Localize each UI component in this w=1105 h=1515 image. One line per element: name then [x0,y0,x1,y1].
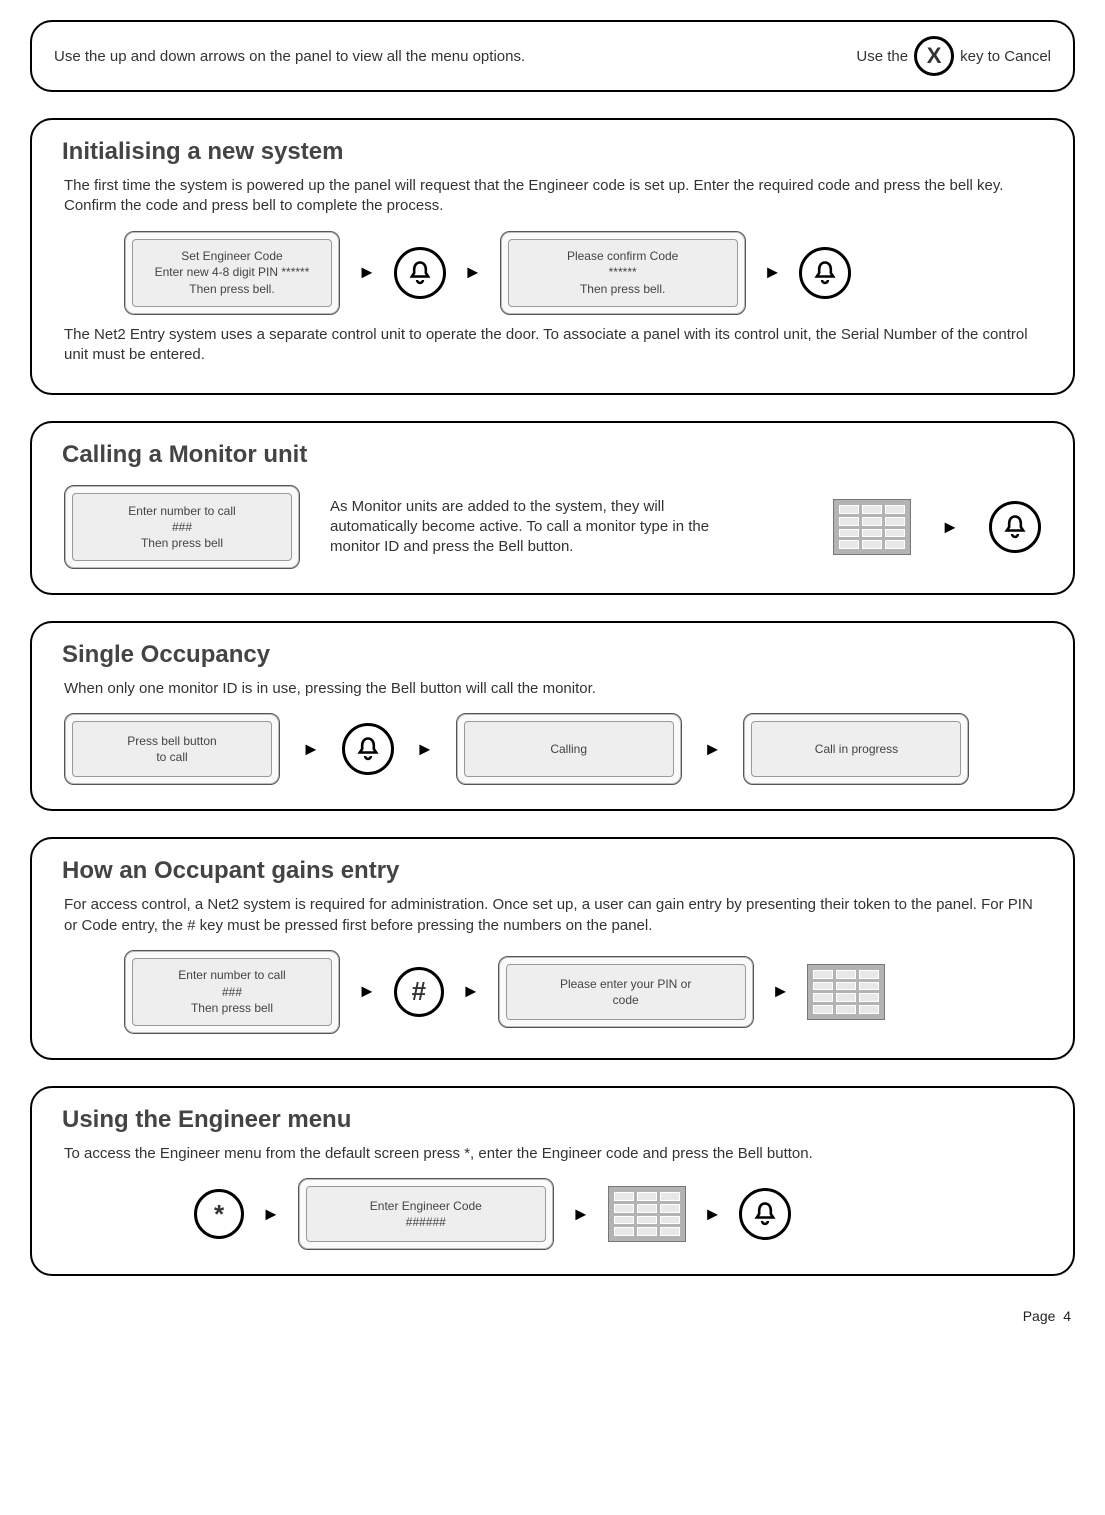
arrow-icon: ► [764,262,782,283]
heading-engineer-menu: Using the Engineer menu [62,1106,1051,1134]
top-hint-row: Use the up and down arrows on the panel … [54,36,1051,76]
arrow-icon: ► [302,739,320,760]
lcd-line: Enter number to call [143,967,321,983]
arrow-icon: ► [572,1204,590,1225]
lcd-enter-pin: Please enter your PIN or code [498,956,754,1028]
top-hint-right: Use the X key to Cancel [856,36,1051,76]
lcd-line: Call in progress [762,741,950,757]
top-hint-panel: Use the up and down arrows on the panel … [30,20,1075,92]
page-label: Page [1023,1308,1056,1324]
lcd-line: ### [83,519,281,535]
entry-paragraph: For access control, a Net2 system is req… [64,895,1041,936]
heading-single-occupancy: Single Occupancy [62,641,1051,669]
keypad-icon [608,1186,686,1242]
heading-initialising: Initialising a new system [62,138,1051,166]
lcd-line: Enter new 4-8 digit PIN ****** [143,264,321,280]
top-hint-left: Use the up and down arrows on the panel … [54,48,525,65]
init-flow: Set Engineer Code Enter new 4-8 digit PI… [124,231,1041,315]
keypad-icon [807,964,885,1020]
lcd-line: ### [143,984,321,1000]
arrow-icon: ► [358,262,376,283]
lcd-set-engineer-code: Set Engineer Code Enter new 4-8 digit PI… [124,231,340,315]
star-key-icon: * [194,1189,244,1239]
lcd-engineer-code: Enter Engineer Code ###### [298,1178,554,1250]
arrow-icon: ► [262,1204,280,1225]
bell-icon [342,723,394,775]
lcd-line: code [517,992,735,1008]
engineer-flow: * ► Enter Engineer Code ###### ► ► [194,1178,1041,1250]
heading-calling-monitor: Calling a Monitor unit [62,441,1051,469]
arrow-icon: ► [462,981,480,1002]
arrow-icon: ► [358,981,376,1002]
arrow-icon: ► [704,739,722,760]
lcd-press-bell: Press bell button to call [64,713,280,785]
bell-icon [799,247,851,299]
lcd-inner: Please confirm Code ****** Then press be… [508,239,738,307]
init-paragraph-1: The first time the system is powered up … [64,176,1041,217]
lcd-line: Then press bell. [519,281,727,297]
bell-icon [739,1188,791,1240]
bell-icon [989,501,1041,553]
arrow-icon: ► [704,1204,722,1225]
lcd-inner: Please enter your PIN or code [506,964,746,1020]
section-single-occupancy: Single Occupancy When only one monitor I… [30,621,1075,811]
entry-flow: Enter number to call ### Then press bell… [124,950,1041,1034]
lcd-inner: Call in progress [751,721,961,777]
lcd-confirm-code: Please confirm Code ****** Then press be… [500,231,746,315]
lcd-inner: Enter number to call ### Then press bell [132,958,332,1026]
lcd-call-in-progress: Call in progress [743,713,969,785]
x-key-icon: X [914,36,954,76]
engineer-paragraph: To access the Engineer menu from the def… [64,1144,1041,1164]
lcd-enter-number: Enter number to call ### Then press bell [64,485,300,569]
lcd-line: Enter Engineer Code [317,1198,535,1214]
lcd-line: Press bell button [83,733,261,749]
lcd-enter-number: Enter number to call ### Then press bell [124,950,340,1034]
lcd-line: ****** [519,264,727,280]
lcd-line: Then press bell [143,1000,321,1016]
arrow-icon: ► [772,981,790,1002]
lcd-inner: Enter Engineer Code ###### [306,1186,546,1242]
heading-occupant-entry: How an Occupant gains entry [62,857,1051,885]
lcd-inner: Calling [464,721,674,777]
lcd-inner: Set Engineer Code Enter new 4-8 digit PI… [132,239,332,307]
lcd-line: ###### [317,1214,535,1230]
lcd-inner: Enter number to call ### Then press bell [72,493,292,561]
page-footer: Page 4 [30,1302,1075,1324]
lcd-line: Calling [475,741,663,757]
lcd-line: Then press bell. [143,281,321,297]
page-number: 4 [1063,1308,1071,1324]
lcd-line: Please confirm Code [519,248,727,264]
arrow-icon: ► [941,517,959,538]
lcd-line: Enter number to call [83,503,281,519]
lcd-line: Then press bell [83,535,281,551]
arrow-icon: ► [416,739,434,760]
section-engineer-menu: Using the Engineer menu To access the En… [30,1086,1075,1276]
lcd-line: Set Engineer Code [143,248,321,264]
section-calling-monitor: Calling a Monitor unit Enter number to c… [30,421,1075,595]
top-hint-prefix: Use the [856,48,908,65]
section-initialising: Initialising a new system The first time… [30,118,1075,395]
keypad-icon [833,499,911,555]
lcd-calling: Calling [456,713,682,785]
bell-icon [394,247,446,299]
lcd-inner: Press bell button to call [72,721,272,777]
call-row: Enter number to call ### Then press bell… [64,485,1041,569]
call-text: As Monitor units are added to the system… [330,497,740,558]
lcd-line: Please enter your PIN or [517,976,735,992]
arrow-icon: ► [464,262,482,283]
top-hint-suffix: key to Cancel [960,48,1051,65]
hash-key-icon: # [394,967,444,1017]
single-flow: Press bell button to call ► ► Calling ► … [64,713,1041,785]
init-paragraph-2: The Net2 Entry system uses a separate co… [64,325,1041,366]
lcd-line: to call [83,749,261,765]
single-paragraph: When only one monitor ID is in use, pres… [64,679,1041,699]
section-occupant-entry: How an Occupant gains entry For access c… [30,837,1075,1060]
